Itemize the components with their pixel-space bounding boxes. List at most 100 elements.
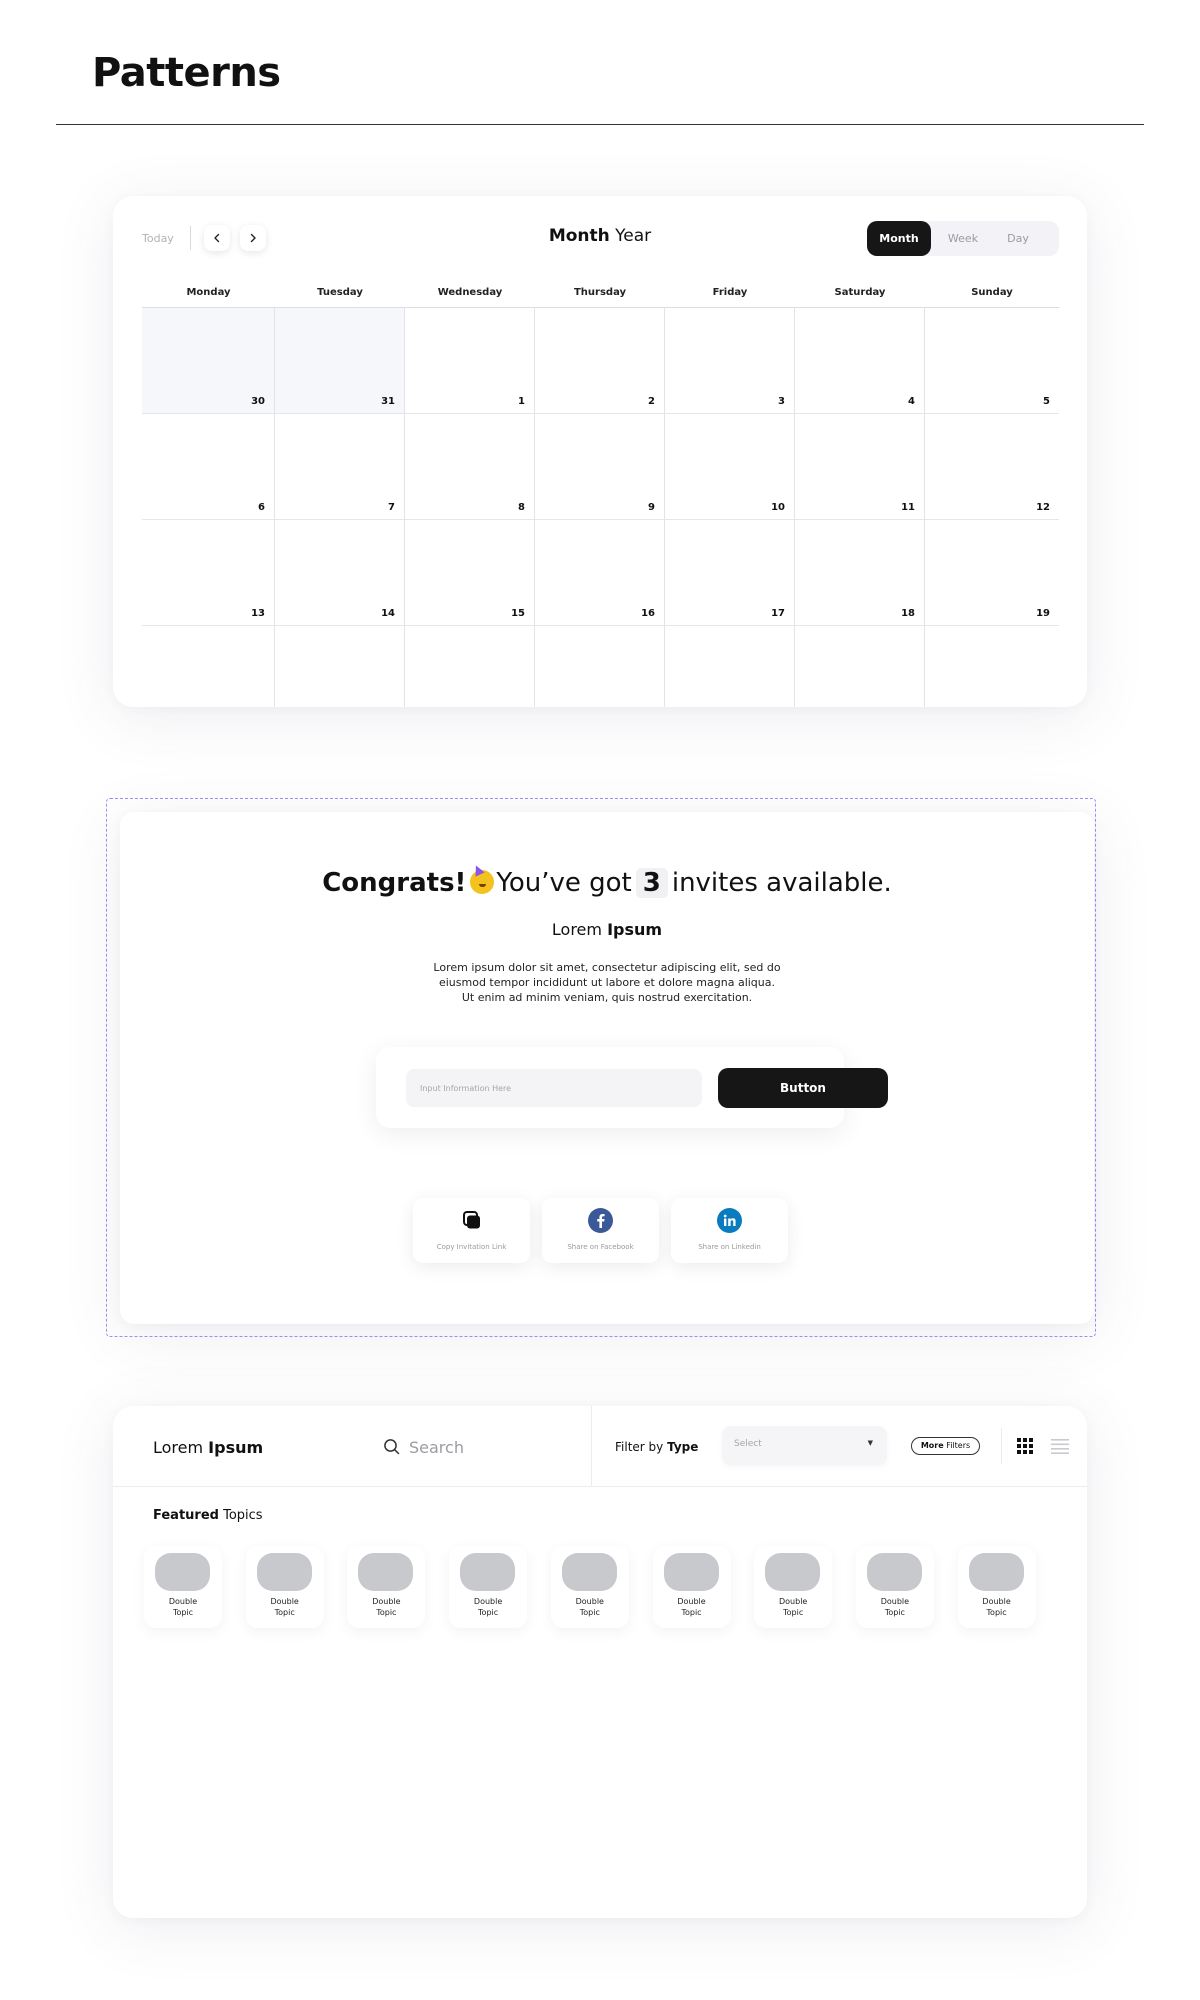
calendar-day-cell[interactable]: 13 [142,520,275,625]
topic-image-placeholder [765,1553,821,1591]
copy-label: Copy Invitation Link [436,1243,507,1251]
calendar-day-cell[interactable]: 2 [535,308,665,413]
congrats-word: Congrats! [322,868,467,898]
weekday-label: Wednesday [437,287,503,298]
calendar-day-cell[interactable] [795,626,925,707]
more-filters-button[interactable]: More Filters [911,1437,980,1455]
facebook-icon [588,1208,613,1233]
panel-brand: Lorem Ipsum [153,1438,263,1457]
submit-button[interactable]: Button [718,1068,888,1108]
calendar-day-cell[interactable]: 14 [275,520,405,625]
topic-chip[interactable]: Double Topic [245,1546,324,1628]
topic-chip[interactable]: Double Topic [449,1546,528,1628]
calendar-day-cell[interactable]: 10 [665,414,795,519]
calendar-day-cell[interactable]: 16 [535,520,665,625]
calendar-day-cell[interactable]: 9 [535,414,665,519]
calendar-title-year: Year [615,226,652,246]
share-linkedin-button[interactable]: Share on Linkedin [671,1198,788,1263]
calendar-day-cell[interactable]: 8 [405,414,535,519]
search-input[interactable] [409,1436,549,1458]
calendar-day-cell[interactable] [535,626,665,707]
topic-chip[interactable]: Double Topic [754,1546,833,1628]
calendar-day-cell[interactable]: 4 [795,308,925,413]
topic-label: Double Topic [473,1597,503,1617]
section-title: Lorem Ipsum [120,920,1094,939]
topic-label: Double Topic [779,1597,808,1617]
grid-view-icon[interactable] [1017,1438,1033,1454]
calendar-day-cell[interactable]: 15 [405,520,535,625]
facebook-label: Share on Facebook [567,1243,634,1251]
calendar-day-cell[interactable]: 7 [275,414,405,519]
topic-chip[interactable]: Double Topic [652,1546,731,1628]
copy-icon [463,1211,480,1229]
calendar-week-row [142,626,1059,707]
calendar-day-cell[interactable]: 12 [925,414,1059,519]
day-number: 16 [641,608,655,619]
topic-label: Double Topic [880,1597,910,1617]
linkedin-icon [717,1208,742,1233]
calendar-week-row: 30 31 1 2 3 4 5 [142,308,1059,414]
caret-down-icon: ▼ [867,1439,873,1447]
invites-available-text: invites available. [671,868,892,898]
header-divider [113,1486,1087,1487]
calendar-day-cell[interactable] [925,626,1059,707]
calendar-day-cell[interactable]: 5 [925,308,1059,413]
view-toggle-divider [1001,1428,1002,1464]
topic-label: Double Topic [270,1597,299,1617]
calendar-day-cell[interactable] [275,626,405,707]
share-facebook-button[interactable]: Share on Facebook [542,1198,659,1263]
topic-image-placeholder [256,1553,312,1591]
weekday-label: Sunday [971,287,1013,298]
view-switcher: Month Week Day [867,221,1059,256]
calendar-day-cell[interactable]: 18 [795,520,925,625]
calendar-card: Today Month Year Month Week Day Monday T… [113,196,1087,707]
type-select[interactable]: Select ▼ [722,1426,887,1465]
list-view-icon[interactable] [1051,1438,1069,1454]
calendar-day-cell[interactable]: 17 [665,520,795,625]
calendar-day-cell[interactable] [142,626,275,707]
toolbar-divider [591,1406,592,1486]
day-number: 10 [771,502,785,513]
calendar-day-cell[interactable]: 6 [142,414,275,519]
more-filters-rest: Filters [946,1441,971,1450]
invite-form: Button [376,1047,888,1128]
search-icon [384,1439,400,1455]
view-month-tab[interactable]: Month [867,221,931,256]
calendar-day-cell[interactable] [665,626,795,707]
brand-light: Lorem [153,1438,204,1457]
section-title-light: Lorem [551,920,602,939]
featured-bold: Featured [153,1508,219,1523]
day-number: 18 [901,608,915,619]
topic-chip[interactable]: Double Topic [957,1546,1036,1628]
calendar-day-cell[interactable]: 11 [795,414,925,519]
topic-label: Double Topic [677,1597,706,1617]
linkedin-label: Share on Linkedin [698,1243,761,1251]
calendar-day-cell[interactable]: 30 [142,308,275,413]
day-number: 9 [648,502,655,513]
topic-chip[interactable]: Double Topic [550,1546,629,1628]
topic-chip[interactable]: Double Topic [855,1546,934,1628]
day-number: 6 [258,502,265,513]
view-day-tab[interactable]: Day [995,232,1041,245]
calendar-day-cell[interactable]: 3 [665,308,795,413]
calendar-day-cell[interactable]: 19 [925,520,1059,625]
featured-rest: Topics [223,1508,263,1523]
calendar-day-cell[interactable]: 31 [275,308,405,413]
calendar-week-row: 13 14 15 16 17 18 19 [142,520,1059,626]
day-number: 17 [771,608,785,619]
information-input[interactable] [406,1069,702,1107]
topic-chip[interactable]: Double Topic [347,1546,426,1628]
view-week-tab[interactable]: Week [931,232,995,245]
calendar-day-cell[interactable]: 1 [405,308,535,413]
invite-card: Congrats! You’ve got 3 invites available. L… [120,812,1094,1324]
day-number: 11 [901,502,915,513]
day-number: 12 [1036,502,1050,513]
calendar-day-cell[interactable] [405,626,535,707]
description-text: Lorem ipsum dolor sit amet, consectetur … [433,961,781,1004]
day-number: 7 [388,502,395,513]
topic-chip[interactable]: Double Topic [144,1546,222,1628]
copy-invitation-link-button[interactable]: Copy Invitation Link [413,1198,530,1263]
weekday-header: Monday Tuesday Wednesday Thursday Friday… [142,278,1059,308]
calendar-title-month: Month [548,226,610,246]
filter-label-bold: Type [667,1440,699,1454]
